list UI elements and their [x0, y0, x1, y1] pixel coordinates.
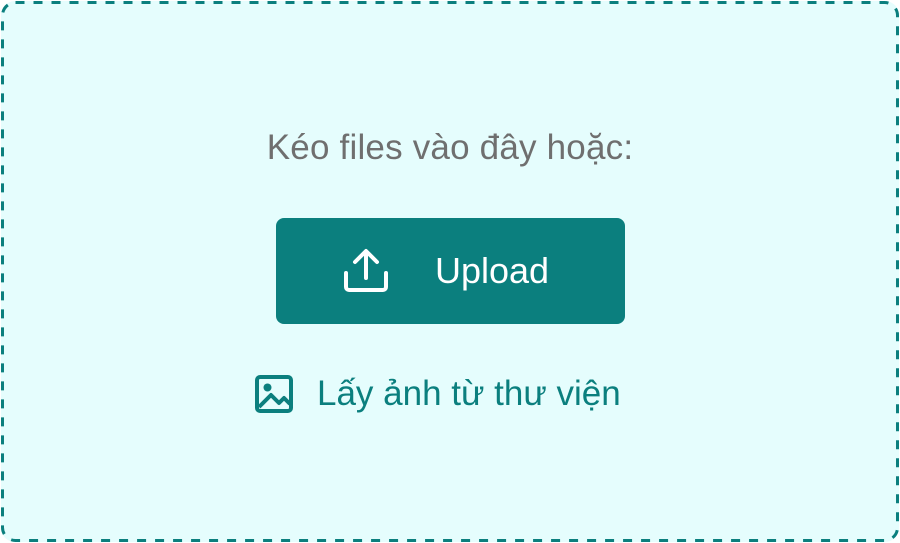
dropzone-prompt: Kéo files vào đây hoặc: [266, 128, 634, 167]
upload-icon [344, 249, 388, 292]
upload-button-label: Upload [435, 250, 550, 291]
library-link-label: Lấy ảnh từ thư viện [317, 374, 621, 413]
file-dropzone[interactable]: Kéo files vào đây hoặc: Upload Lấy ảnh t… [1, 1, 899, 542]
library-link[interactable]: Lấy ảnh từ thư viện [254, 371, 674, 417]
upload-button[interactable]: Upload [276, 218, 625, 324]
image-icon [255, 375, 293, 413]
